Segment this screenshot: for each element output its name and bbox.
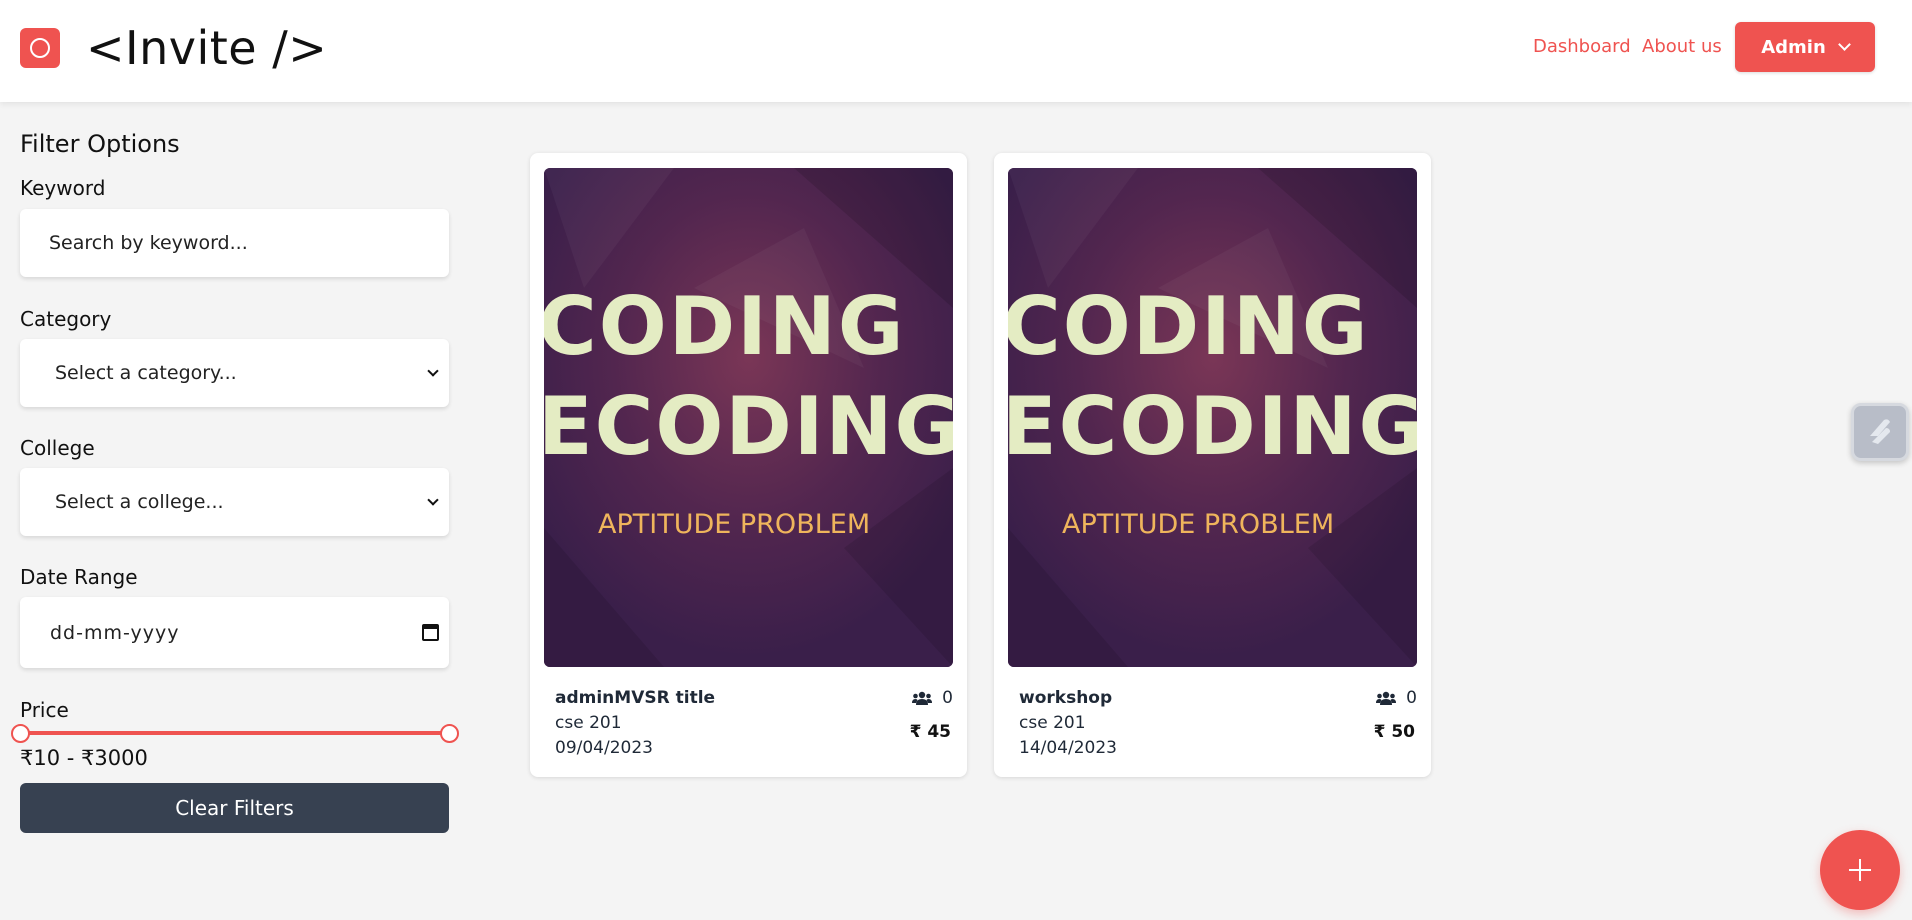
event-price: ₹ 50 [1373,722,1415,742]
attendee-count: 0 [1376,688,1417,708]
poster-line1: CODING [1008,280,1370,373]
admin-dropdown-button[interactable]: Admin [1735,22,1875,72]
event-date: 14/04/2023 [1019,738,1117,758]
poster-line2: ECODING [544,380,953,473]
keyword-label: Keyword [20,176,106,200]
clear-filters-button[interactable]: Clear Filters [20,783,449,833]
poster-line3: APTITUDE PROBLEM [598,509,870,540]
event-date: 09/04/2023 [555,738,653,758]
event-location: cse 201 [555,713,622,733]
extension-widget-icon[interactable] [1851,403,1909,461]
date-range-label: Date Range [20,565,138,589]
price-slider-min-handle[interactable] [11,724,30,743]
event-poster-image[interactable]: CODING ECODING APTITUDE PROBLEM [1008,168,1417,667]
price-range-text: ₹10 - ₹3000 [20,746,148,770]
college-selected-value: Select a college... [55,491,224,513]
add-event-button[interactable] [1820,830,1900,910]
category-selected-value: Select a category... [55,362,237,384]
attendee-count-value: 0 [942,688,953,708]
attendee-count: 0 [912,688,953,708]
college-label: College [20,436,95,460]
widget-glyph [1870,419,1890,444]
poster-graphic: CODING ECODING APTITUDE PROBLEM [1008,168,1417,667]
chevron-down-icon [1837,38,1851,51]
poster-line1: CODING [544,280,906,373]
filter-options-title: Filter Options [20,130,180,158]
users-icon [1376,691,1397,705]
calendar-icon[interactable] [422,624,439,641]
event-card[interactable]: CODING ECODING APTITUDE PROBLEM adminMVS… [530,153,967,777]
users-icon [912,691,933,705]
category-select[interactable]: Select a category... [20,339,449,407]
event-title: workshop [1019,688,1113,708]
admin-button-label: Admin [1761,36,1826,58]
date-input[interactable]: dd-mm-yyyy [20,597,449,668]
poster-graphic: CODING ECODING APTITUDE PROBLEM [544,168,953,667]
brand-title[interactable]: <Invite /> [86,20,327,76]
event-poster-image[interactable]: CODING ECODING APTITUDE PROBLEM [544,168,953,667]
keyword-search-input[interactable]: Search by keyword... [20,209,449,277]
college-select[interactable]: Select a college... [20,468,449,536]
attendee-count-value: 0 [1406,688,1417,708]
price-label: Price [20,698,69,722]
event-card[interactable]: CODING ECODING APTITUDE PROBLEM workshop… [994,153,1431,777]
poster-line3: APTITUDE PROBLEM [1062,509,1334,540]
chevron-down-icon [427,494,439,506]
poster-line2: ECODING [1008,380,1417,473]
chevron-down-icon [427,365,439,377]
keyword-placeholder: Search by keyword... [49,232,248,254]
category-label: Category [20,307,112,331]
top-navbar: <Invite /> Dashboard About us Admin [0,0,1912,102]
nav-about-link[interactable]: About us [1642,36,1722,57]
event-title: adminMVSR title [555,688,716,708]
logo-icon[interactable] [20,28,60,68]
nav-dashboard-link[interactable]: Dashboard [1533,36,1631,57]
event-location: cse 201 [1019,713,1086,733]
event-price: ₹ 45 [909,722,951,742]
price-slider-max-handle[interactable] [440,724,459,743]
price-slider-track[interactable] [20,731,449,735]
date-placeholder: dd-mm-yyyy [50,621,180,644]
